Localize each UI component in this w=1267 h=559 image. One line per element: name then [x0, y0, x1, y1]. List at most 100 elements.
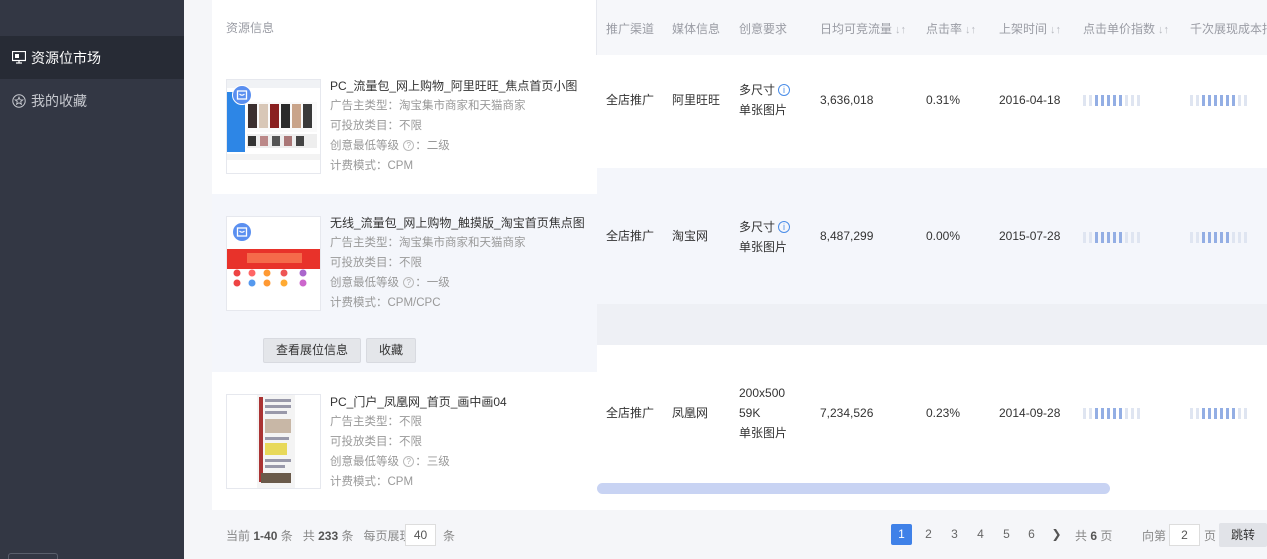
resource-title[interactable]: PC_流量包_网上购物_阿里旺旺_焦点首页小图 [330, 76, 577, 96]
total-pages: 共 6 页 [1075, 529, 1113, 543]
list-item[interactable]: PC_流量包_网上购物_阿里旺旺_焦点首页小图 广告主类型：淘宝集市商家和天猫商… [212, 55, 597, 194]
meter-segment [1196, 408, 1199, 419]
meter-segment [1196, 232, 1199, 243]
header-cpc-index[interactable]: 点击单价指数 ↓↑ [1083, 20, 1169, 37]
jump-button[interactable]: 跳转 [1219, 523, 1267, 547]
meter-segment [1113, 95, 1116, 106]
meter-segment [1125, 95, 1128, 106]
resource-details: 无线_流量包_网上购物_触摸版_淘宝首页焦点图 广告主类型：淘宝集市商家和天猫商… [330, 213, 585, 313]
help-icon[interactable]: ? [403, 277, 415, 289]
page-5-button[interactable]: 5 [996, 524, 1017, 545]
channel-cell: 全店推广 [606, 229, 655, 243]
info-icon[interactable]: i [778, 221, 791, 233]
billing-mode: 计费模式：CPM [330, 160, 414, 172]
channel-cell: 全店推广 [606, 406, 655, 420]
meter-segment [1101, 95, 1104, 106]
page-size-input[interactable]: 40 [405, 524, 436, 546]
creative-cell: 多尺寸 i 单张图片 [739, 80, 791, 120]
meter-segment [1226, 408, 1229, 419]
cpc-index-meter [1083, 408, 1140, 419]
meter-segment [1113, 408, 1116, 419]
meter-segment [1113, 232, 1116, 243]
meter-segment [1089, 95, 1092, 106]
header-media: 媒体信息 [672, 22, 721, 36]
meter-segment [1208, 232, 1211, 243]
meter-segment [1107, 95, 1110, 106]
meter-segment [1089, 232, 1092, 243]
action-row-spacer [597, 304, 1267, 345]
meter-segment [1125, 408, 1128, 419]
cpc-index-meter [1083, 232, 1140, 243]
sidebar-bottom-tab[interactable] [8, 553, 58, 559]
scrollbar-thumb[interactable] [597, 483, 1110, 494]
sidebar-item-label: 资源位市场 [31, 49, 101, 66]
advertiser-type: 广告主类型：淘宝集市商家和天猫商家 [330, 237, 526, 249]
pagination-summary: 当前 1-40 条 共 233 条 每页展现 [226, 529, 412, 543]
header-channel: 推广渠道 [606, 22, 655, 36]
meter-segment [1208, 95, 1211, 106]
resource-title[interactable]: PC_门户_凤凰网_首页_画中画04 [330, 392, 507, 412]
page-3-button[interactable]: 3 [944, 524, 965, 545]
sort-icon[interactable]: ↓↑ [895, 24, 906, 36]
resource-thumbnail[interactable] [226, 394, 321, 489]
page-1-button[interactable]: 1 [891, 524, 912, 545]
advertiser-type: 广告主类型：不限 [330, 416, 422, 428]
shop-badge-icon [232, 222, 252, 245]
meter-segment [1101, 232, 1104, 243]
meter-segment [1214, 408, 1217, 419]
traffic-cell: 8,487,299 [820, 229, 874, 243]
view-slot-info-button[interactable]: 查看展位信息 [263, 338, 362, 363]
media-cell: 阿里旺旺 [672, 93, 721, 107]
star-icon [11, 93, 27, 109]
current-range: 1-40 [253, 529, 278, 543]
page-4-button[interactable]: 4 [970, 524, 991, 545]
next-page-icon[interactable]: ❯ [1046, 524, 1067, 545]
sort-icon[interactable]: ↓↑ [965, 24, 976, 36]
meter-segment [1125, 232, 1128, 243]
meter-segment [1137, 408, 1140, 419]
header-date[interactable]: 上架时间 ↓↑ [999, 20, 1061, 37]
header-ctr[interactable]: 点击率 ↓↑ [926, 20, 976, 37]
sort-icon[interactable]: ↓↑ [1158, 24, 1169, 36]
horizontal-scrollbar[interactable] [597, 481, 1267, 496]
meter-segment [1095, 232, 1098, 243]
meter-segment [1089, 408, 1092, 419]
help-icon[interactable]: ? [403, 456, 415, 468]
meter-segment [1220, 95, 1223, 106]
meter-segment [1131, 232, 1134, 243]
meter-segment [1244, 408, 1247, 419]
cpm-index-meter [1190, 408, 1247, 419]
info-icon[interactable]: i [778, 84, 791, 96]
creative-level: 创意最低等级 ? ：二级 [330, 140, 450, 152]
page-2-button[interactable]: 2 [918, 524, 939, 545]
header-cpm-index[interactable]: 千次展现成本指 [1190, 20, 1267, 37]
pagination-bar: 当前 1-40 条 共 233 条 每页展现 40 条 1 2 3 4 5 6 … [212, 510, 1267, 559]
meter-segment [1220, 408, 1223, 419]
list-item[interactable]: 无线_流量包_网上购物_触摸版_淘宝首页焦点图 广告主类型：淘宝集市商家和天猫商… [212, 194, 597, 331]
list-item[interactable]: PC_门户_凤凰网_首页_画中画04 广告主类型：不限 可投放类目：不限 创意最… [212, 372, 597, 510]
header-traffic[interactable]: 日均可竞流量 ↓↑ [820, 20, 906, 37]
sidebar-item-label: 我的收藏 [31, 92, 87, 109]
main-content: 资源信息 PC_流量包_网上购物_阿里旺旺_焦点首页小图 广告主类型：淘宝集市商… [184, 0, 1267, 559]
page-6-button[interactable]: 6 [1021, 524, 1042, 545]
resource-title[interactable]: 无线_流量包_网上购物_触摸版_淘宝首页焦点图 [330, 213, 585, 233]
help-icon[interactable]: ? [403, 140, 415, 152]
table-row[interactable]: 全店推广 阿里旺旺 多尺寸 i 单张图片 3,636,018 0.31% 2016… [597, 55, 1267, 168]
meter-segment [1131, 95, 1134, 106]
sidebar-item-my-favorites[interactable]: 我的收藏 [0, 79, 184, 122]
meter-segment [1232, 232, 1235, 243]
meter-segment [1238, 408, 1241, 419]
favorite-button[interactable]: 收藏 [366, 338, 417, 363]
meter-segment [1196, 95, 1199, 106]
resource-actions: 查看展位信息 收藏 [212, 331, 597, 372]
table-row[interactable]: 全店推广 淘宝网 多尺寸 i 单张图片 8,487,299 0.00% 2015-… [597, 168, 1267, 304]
meter-segment [1238, 232, 1241, 243]
sort-icon[interactable]: ↓↑ [1050, 24, 1061, 36]
meter-segment [1232, 95, 1235, 106]
meter-segment [1107, 408, 1110, 419]
goto-unit: 页 [1204, 529, 1217, 543]
sidebar-item-resource-market[interactable]: 资源位市场 [0, 36, 184, 79]
meter-segment [1190, 232, 1193, 243]
meter-segment [1208, 408, 1211, 419]
goto-page-input[interactable]: 2 [1169, 524, 1200, 546]
